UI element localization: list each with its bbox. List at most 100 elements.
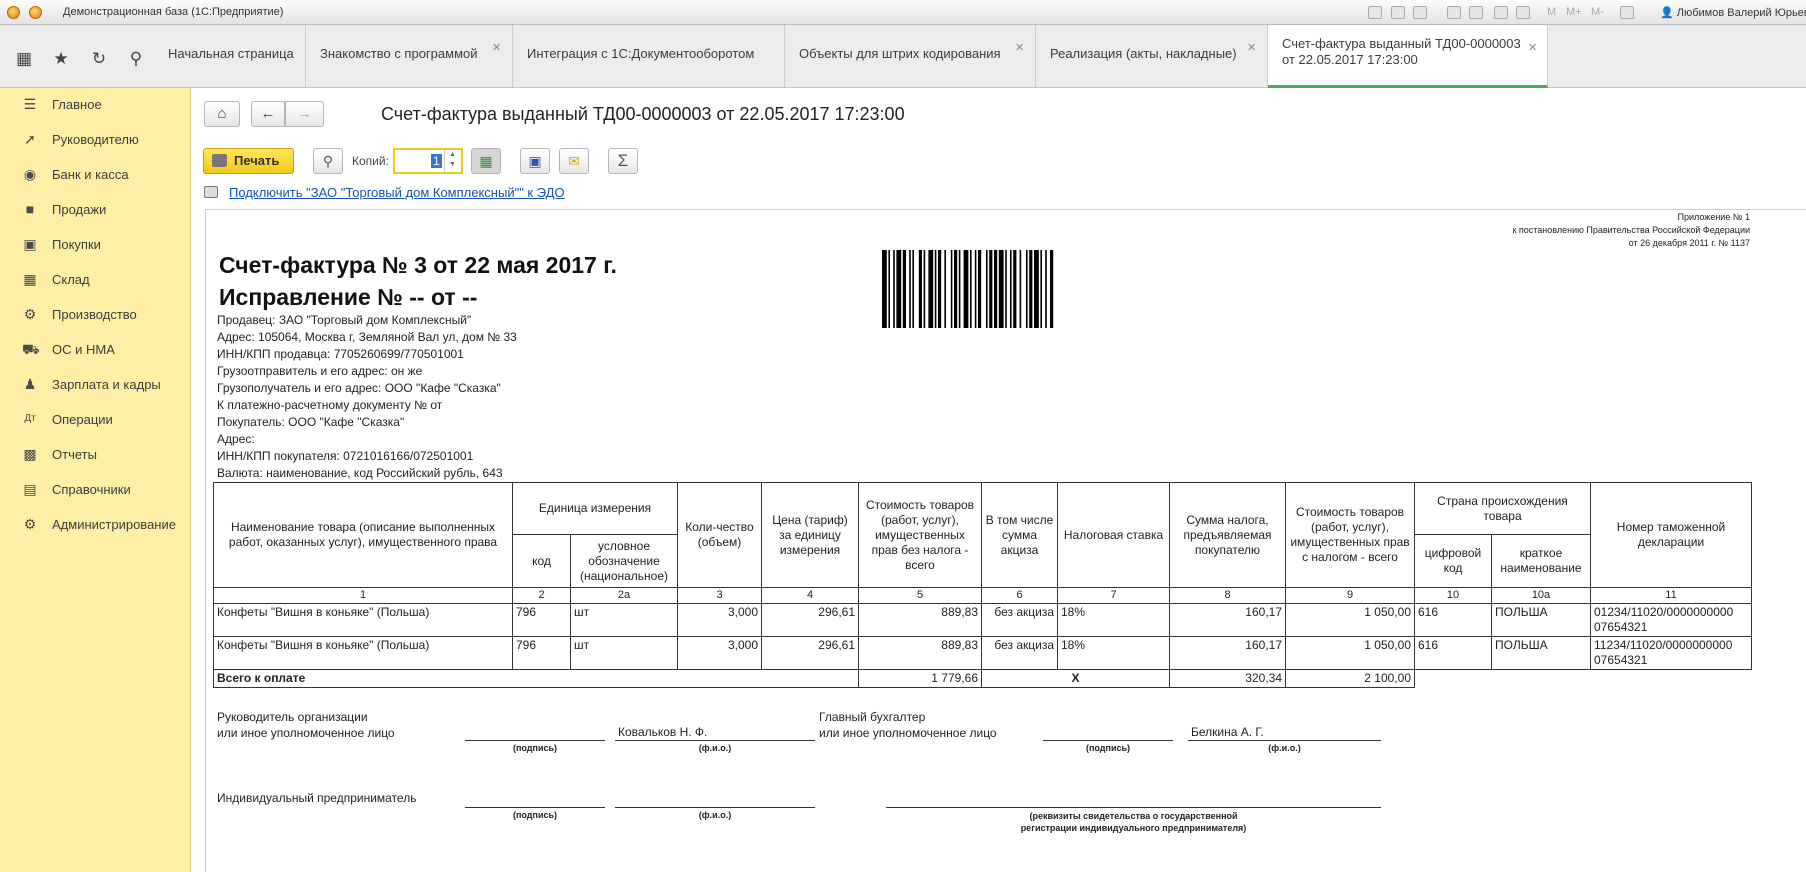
save-document-button[interactable]: ▣: [520, 148, 550, 174]
cell-price: 296,61: [761, 636, 859, 670]
print-icon[interactable]: [1391, 6, 1405, 19]
search-icon[interactable]: [1413, 6, 1427, 19]
sum-button[interactable]: Σ: [608, 148, 638, 174]
cell-rate: 18%: [1057, 603, 1170, 637]
preview-button[interactable]: ⚲: [313, 148, 343, 174]
apps-grid-icon[interactable]: ▦: [13, 49, 35, 69]
print-button[interactable]: Печать: [203, 148, 294, 174]
sidebar-item-director[interactable]: ➚ Руководителю: [0, 123, 191, 157]
bar-chart-icon: ▩: [23, 446, 37, 462]
head-label-line: или иное уполномоченное лицо: [217, 726, 395, 740]
sidebar-item-reports[interactable]: ▩ Отчеты: [0, 438, 191, 472]
edit-toggle-button[interactable]: ▦: [471, 148, 501, 174]
cell-customs: 01234/11020/0000000000 07654321: [1590, 603, 1752, 637]
cell-country: ПОЛЬША: [1491, 636, 1591, 670]
column-number: 11: [1590, 587, 1752, 604]
save-icon[interactable]: [1368, 6, 1382, 19]
close-icon[interactable]: ✕: [1015, 41, 1024, 54]
column-number: 1: [213, 587, 513, 604]
tab-label-line2: от 22.05.2017 17:23:00: [1282, 52, 1418, 67]
favorites-star-icon[interactable]: ★: [50, 49, 72, 69]
back-button[interactable]: ←: [251, 101, 285, 127]
column-number: 5: [858, 587, 982, 604]
total-row: Всего к оплате 1 779,66 X 320,34 2 100,0…: [213, 669, 1752, 688]
magnifier-page-icon: ⚲: [322, 153, 334, 169]
cell-rate: 18%: [1057, 636, 1170, 670]
history-icon[interactable]: ↻: [88, 49, 110, 69]
header-excise: В том числе сумма акциза: [981, 482, 1058, 588]
favorites-icon[interactable]: [1447, 6, 1461, 19]
header-unit-code: код: [512, 534, 571, 588]
tab-integration[interactable]: Интеграция с 1С:Документооборотом: [513, 25, 785, 87]
tab-sales[interactable]: Реализация (акты, накладные) ✕: [1036, 25, 1268, 87]
app-menu-icon[interactable]: [29, 6, 42, 19]
ruble-coin-icon: ◉: [23, 166, 37, 182]
sidebar-item-warehouse[interactable]: ▦ Склад: [0, 263, 191, 297]
tab-label: Реализация (акты, накладные): [1050, 46, 1237, 61]
total-tax: 320,34: [1169, 669, 1286, 688]
arrow-right-icon: →: [297, 105, 312, 122]
zoom-m-plus[interactable]: M+: [1566, 6, 1582, 18]
panels-icon[interactable]: [1620, 6, 1634, 19]
invoice-table: Наименование товара (описание выполненны…: [213, 482, 1752, 688]
tab-barcode-objects[interactable]: Объекты для штрих кодирования ✕: [785, 25, 1036, 87]
sidebar-item-production[interactable]: ⚙ Производство: [0, 298, 191, 332]
zoom-m[interactable]: M: [1547, 6, 1556, 18]
copies-stepper[interactable]: ▲ ▼: [444, 150, 460, 172]
current-user[interactable]: 👤 Любимов Валерий Юрьевич: [1660, 6, 1806, 19]
tab-invoice[interactable]: Счет-фактура выданный ТД00-0000003 от 22.…: [1268, 25, 1548, 88]
tab-label: Интеграция с 1С:Документооборотом: [527, 46, 755, 61]
warehouse-icon: ▦: [23, 271, 37, 287]
header-tax: Сумма налога, предъявляемая покупателю: [1169, 482, 1286, 588]
appendix-line: от 26 декабря 2011 г. № 1137: [1628, 238, 1750, 248]
header-customs: Номер таможенной декларации: [1590, 482, 1752, 588]
floppy-icon: ▣: [528, 153, 542, 169]
close-icon[interactable]: ✕: [1528, 41, 1537, 54]
sidebar-item-catalogs[interactable]: ▤ Справочники: [0, 473, 191, 507]
sidebar-item-label: Склад: [52, 272, 90, 287]
cell-cost: 889,83: [858, 603, 982, 637]
cell-customs: 11234/11020/0000000000 07654321: [1590, 636, 1752, 670]
send-email-button[interactable]: ✉: [559, 148, 589, 174]
sidebar-item-label: Отчеты: [52, 447, 97, 462]
search-icon[interactable]: ⚲: [125, 49, 147, 69]
sidebar-item-operations[interactable]: Дт Операции: [0, 403, 191, 437]
sidebar-item-sales[interactable]: ■ Продажи: [0, 193, 191, 227]
tab-intro[interactable]: Знакомство с программой ✕: [306, 25, 513, 87]
close-icon[interactable]: ✕: [1247, 41, 1256, 54]
calendar-icon[interactable]: [1516, 6, 1530, 19]
close-icon[interactable]: ✕: [492, 41, 501, 54]
sidebar-item-main[interactable]: ☰ Главное: [0, 88, 191, 122]
column-number: 3: [677, 587, 762, 604]
cell-name: Конфеты "Вишня в коньяке" (Польша): [213, 636, 513, 670]
cell-unit: шт: [570, 636, 678, 670]
buyer-line: Покупатель: ООО "Кафе "Сказка": [217, 415, 405, 429]
appendix-note: Приложение № 1 к постановлению Правитель…: [1512, 211, 1750, 250]
home-button[interactable]: ⌂: [204, 101, 240, 127]
barcode: [882, 250, 1054, 328]
calculator-icon[interactable]: [1494, 6, 1508, 19]
tab-label: Счет-фактура выданный ТД00-0000003 от 22.…: [1282, 36, 1521, 68]
ip-label: Индивидуальный предприниматель: [217, 791, 417, 805]
header-unit-symbol: условное обозначение (национальное): [570, 534, 678, 588]
edo-connect-link[interactable]: Подключить "ЗАО "Торговый дом Комплексны…: [229, 185, 565, 200]
sidebar-item-admin[interactable]: ⚙ Администрирование: [0, 508, 191, 542]
dt-kt-icon: Дт: [24, 413, 36, 424]
app-logo-icon[interactable]: [7, 6, 20, 19]
cell-country-code: 616: [1414, 603, 1492, 637]
menu-lines-icon: ☰: [23, 96, 37, 112]
tab-home[interactable]: Начальная страница: [154, 25, 306, 87]
sidebar-item-label: Операции: [52, 412, 113, 427]
forward-button[interactable]: →: [285, 101, 324, 127]
sidebar-item-purchases[interactable]: ▣ Покупки: [0, 228, 191, 262]
sidebar: ☰ Главное ➚ Руководителю ◉ Банк и касса ■ Пр…: [0, 88, 191, 872]
appendix-line: Приложение № 1: [1677, 212, 1750, 222]
sidebar-item-payroll[interactable]: ♟ Зарплата и кадры: [0, 368, 191, 402]
zoom-m-minus[interactable]: M-: [1591, 6, 1604, 18]
sidebar-item-bank[interactable]: ◉ Банк и касса: [0, 158, 191, 192]
header-country: Страна происхождения товара: [1414, 482, 1591, 535]
history-icon[interactable]: [1469, 6, 1483, 19]
buyer-address-line: Адрес:: [217, 432, 255, 446]
head-label-line: Руководитель организации: [217, 710, 368, 724]
sidebar-item-assets[interactable]: ⛟ ОС и НМА: [0, 333, 191, 367]
